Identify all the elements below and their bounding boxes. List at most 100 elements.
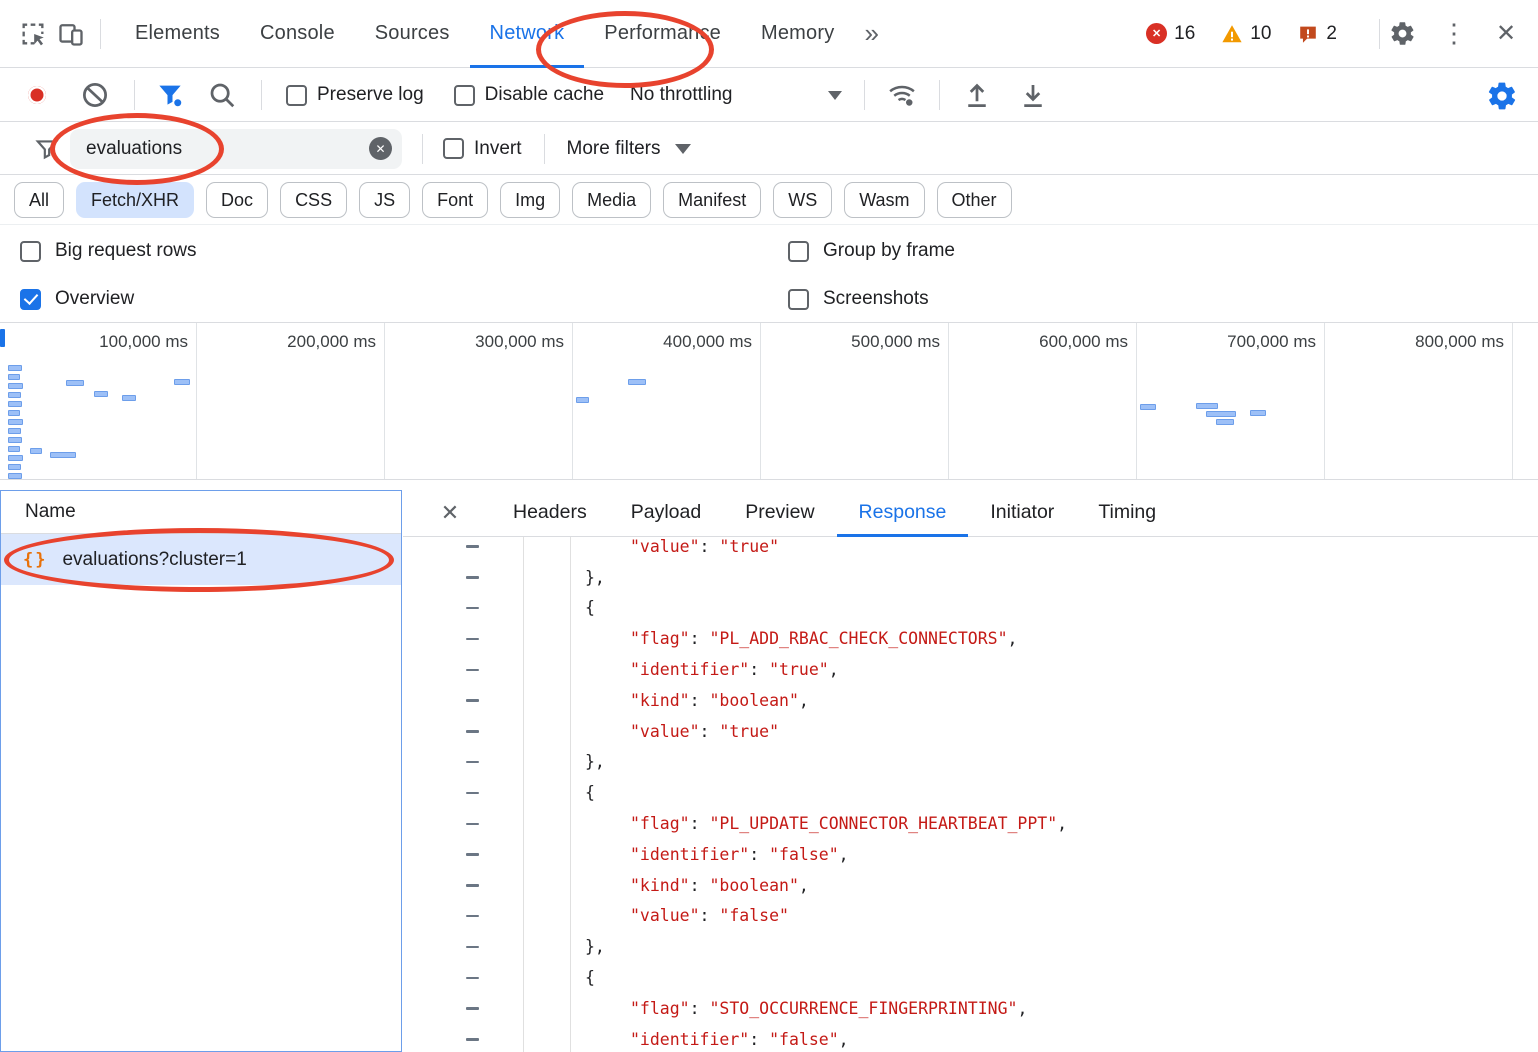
- chip-doc[interactable]: Doc: [206, 182, 268, 218]
- tab-performance[interactable]: Performance: [584, 0, 741, 68]
- fold-marker[interactable]: [403, 716, 523, 747]
- code-line: "kind": "boolean",: [403, 870, 1538, 901]
- chip-manifest[interactable]: Manifest: [663, 182, 761, 218]
- code-text: {: [523, 783, 595, 802]
- name-column-header[interactable]: Name: [1, 491, 401, 534]
- timeline-gridline: [1512, 323, 1513, 479]
- chip-all[interactable]: All: [14, 182, 64, 218]
- detail-tab-preview[interactable]: Preview: [723, 490, 836, 537]
- more-tabs-button[interactable]: »: [864, 18, 878, 49]
- blue-gear-icon: [1486, 80, 1518, 112]
- detail-tab-initiator[interactable]: Initiator: [968, 490, 1076, 537]
- fold-dash-icon: [466, 884, 479, 887]
- close-devtools-button[interactable]: ✕: [1484, 12, 1528, 56]
- chip-css[interactable]: CSS: [280, 182, 347, 218]
- fold-marker[interactable]: [403, 562, 523, 593]
- disable-cache-checkbox[interactable]: [454, 85, 475, 106]
- tab-elements[interactable]: Elements: [115, 0, 240, 68]
- fold-marker[interactable]: [403, 777, 523, 808]
- response-body-viewer[interactable]: "value": "true"},{"flag": "PL_ADD_RBAC_C…: [403, 537, 1538, 1052]
- fold-marker[interactable]: [403, 593, 523, 624]
- chip-font[interactable]: Font: [422, 182, 488, 218]
- settings-gear-button[interactable]: [1380, 12, 1424, 56]
- main-tab-strip: ElementsConsoleSourcesNetworkPerformance…: [115, 0, 854, 68]
- device-toolbar-button[interactable]: [52, 15, 90, 53]
- fold-marker[interactable]: [403, 685, 523, 716]
- clear-filter-button[interactable]: ✕: [369, 137, 392, 160]
- screenshots-label: Screenshots: [823, 288, 929, 310]
- timeline-gridline: [948, 323, 949, 479]
- timeline-request-bar: [30, 448, 42, 454]
- fold-dash-icon: [466, 792, 479, 795]
- fold-marker[interactable]: [403, 901, 523, 932]
- console-errors-badge[interactable]: ✕ 16: [1146, 23, 1195, 45]
- chip-media[interactable]: Media: [572, 182, 651, 218]
- network-filter-bar: ✕ Invert More filters: [0, 123, 1538, 175]
- network-settings-button[interactable]: [1486, 80, 1518, 112]
- chip-img[interactable]: Img: [500, 182, 560, 218]
- overview-timeline[interactable]: 100,000 ms200,000 ms300,000 ms400,000 ms…: [0, 322, 1538, 480]
- detail-tab-timing[interactable]: Timing: [1076, 490, 1178, 537]
- tab-network[interactable]: Network: [470, 0, 585, 68]
- inspect-element-button[interactable]: [14, 15, 52, 53]
- chip-wasm[interactable]: Wasm: [844, 182, 924, 218]
- preserve-log-label: Preserve log: [317, 84, 424, 106]
- fold-marker[interactable]: [403, 654, 523, 685]
- timeline-request-bar: [628, 379, 646, 385]
- chip-ws[interactable]: WS: [773, 182, 832, 218]
- network-filter-input-box[interactable]: ✕: [70, 129, 402, 169]
- timeline-selection-handle[interactable]: [0, 329, 5, 347]
- devtools-main-toolbar: ElementsConsoleSourcesNetworkPerformance…: [0, 0, 1538, 68]
- fold-marker[interactable]: [403, 962, 523, 993]
- big-request-rows-checkbox[interactable]: [20, 241, 41, 262]
- close-detail-panel-button[interactable]: ✕: [435, 500, 465, 526]
- timeline-request-bar: [8, 383, 23, 389]
- detail-tab-payload[interactable]: Payload: [609, 490, 723, 537]
- code-line: "value": "false": [403, 901, 1538, 932]
- fold-dash-icon: [466, 1007, 479, 1010]
- issues-badge[interactable]: 2: [1297, 23, 1337, 45]
- code-text: "value": "true": [523, 722, 779, 741]
- kebab-menu-button[interactable]: ⋮: [1432, 12, 1476, 56]
- code-text: },: [523, 752, 605, 771]
- throttling-select[interactable]: No throttling: [630, 84, 842, 106]
- fold-marker[interactable]: [403, 623, 523, 654]
- timeline-request-bar: [1250, 410, 1266, 416]
- fold-marker[interactable]: [403, 993, 523, 1024]
- fold-marker[interactable]: [403, 1024, 523, 1052]
- fold-marker[interactable]: [403, 537, 523, 562]
- request-row[interactable]: {}evaluations?cluster=1: [1, 534, 401, 585]
- code-line: {: [403, 962, 1538, 993]
- fold-marker[interactable]: [403, 870, 523, 901]
- export-har-button[interactable]: [1018, 80, 1048, 110]
- clear-network-log-button[interactable]: [80, 80, 110, 110]
- fold-marker[interactable]: [403, 747, 523, 778]
- timeline-request-bar: [122, 395, 136, 401]
- tab-memory[interactable]: Memory: [741, 0, 854, 68]
- console-warnings-badge[interactable]: 10: [1221, 23, 1271, 45]
- fold-marker[interactable]: [403, 931, 523, 962]
- search-network-button[interactable]: [207, 80, 237, 110]
- more-filters-button[interactable]: More filters: [567, 138, 661, 160]
- fold-marker[interactable]: [403, 839, 523, 870]
- network-filter-input[interactable]: [84, 137, 369, 161]
- fold-marker[interactable]: [403, 808, 523, 839]
- import-har-button[interactable]: [962, 80, 992, 110]
- record-network-log-button[interactable]: [28, 86, 46, 104]
- screenshots-checkbox[interactable]: [788, 289, 809, 310]
- code-line: },: [403, 747, 1538, 778]
- invert-filter-checkbox[interactable]: [443, 138, 464, 159]
- detail-tab-response[interactable]: Response: [837, 490, 969, 537]
- chip-other[interactable]: Other: [937, 182, 1012, 218]
- detail-tab-headers[interactable]: Headers: [491, 490, 609, 537]
- tab-console[interactable]: Console: [240, 0, 355, 68]
- chip-fetch-xhr[interactable]: Fetch/XHR: [76, 182, 194, 218]
- requests-table: Name {}evaluations?cluster=1: [0, 490, 402, 1052]
- chip-js[interactable]: JS: [359, 182, 410, 218]
- group-by-frame-checkbox[interactable]: [788, 241, 809, 262]
- network-conditions-button[interactable]: [887, 80, 917, 110]
- tab-sources[interactable]: Sources: [355, 0, 470, 68]
- preserve-log-checkbox[interactable]: [286, 85, 307, 106]
- filter-toggle-button[interactable]: [155, 80, 185, 110]
- overview-checkbox[interactable]: [20, 289, 41, 310]
